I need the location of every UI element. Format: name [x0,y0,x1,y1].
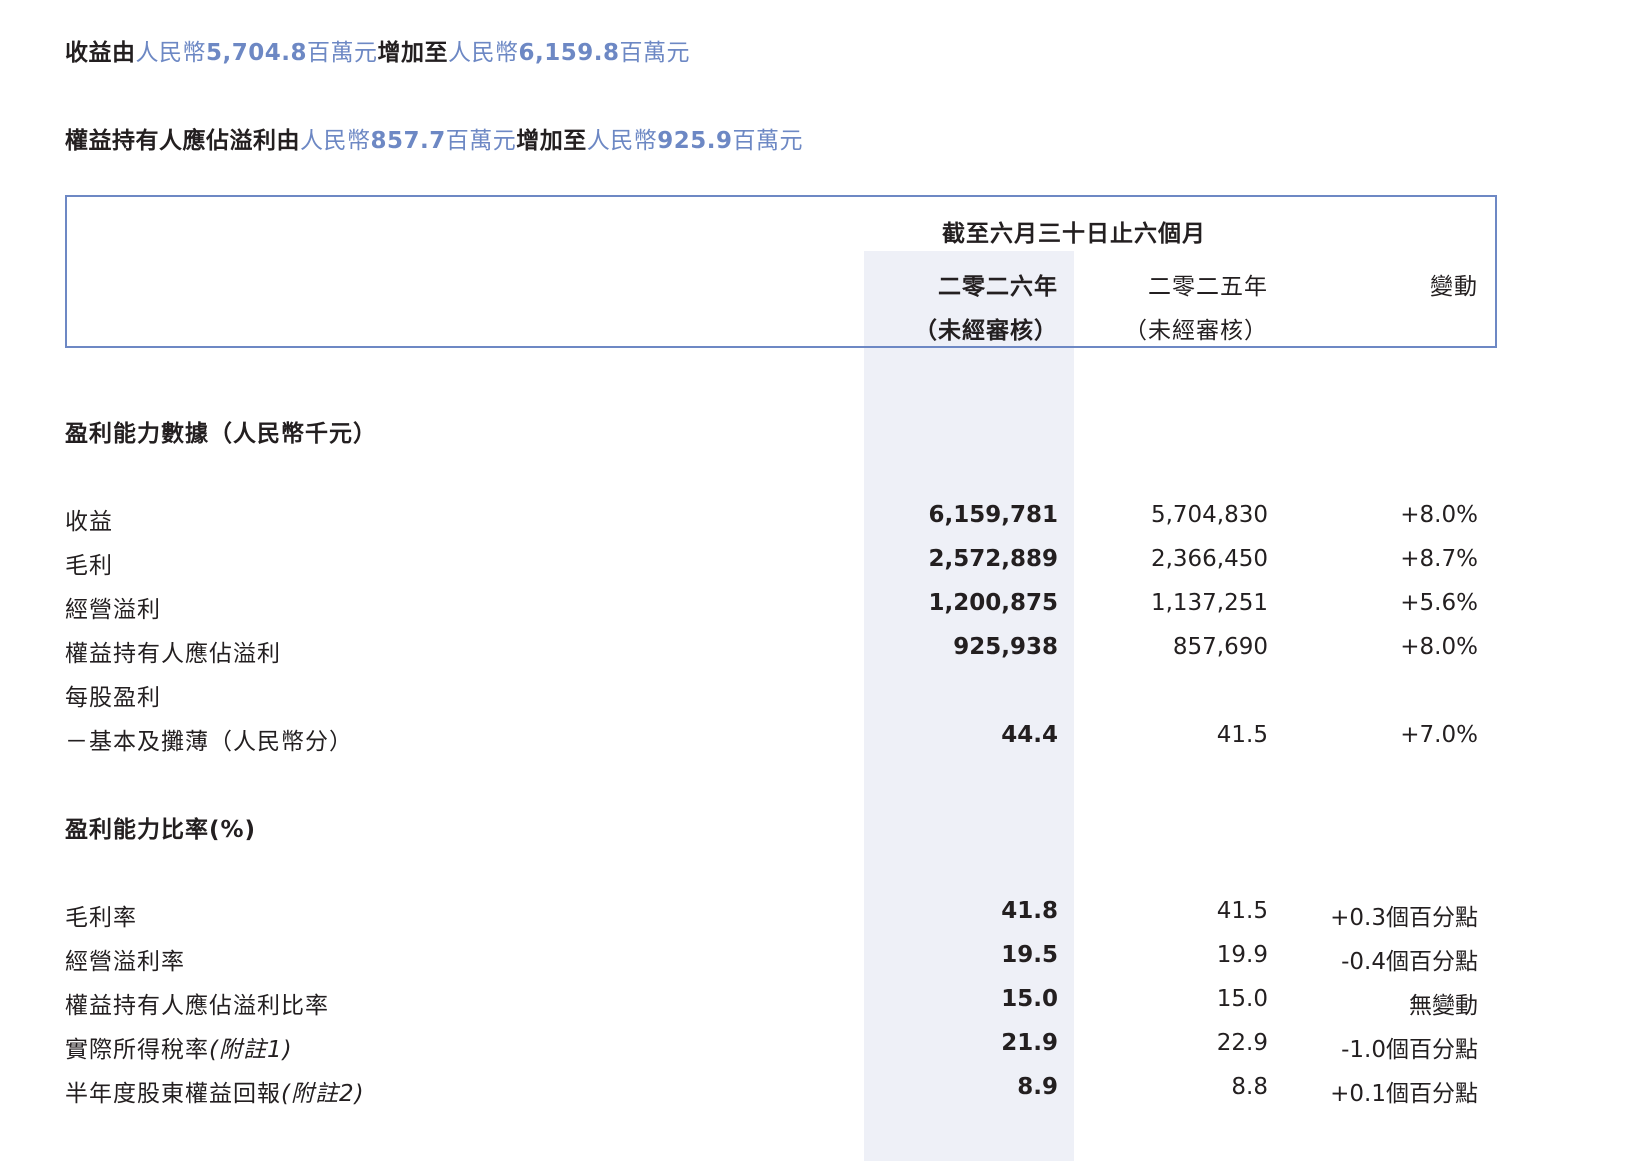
period-heading: 截至六月三十日止六個月 [942,221,1206,247]
value-2026: 6,159,781 [928,502,1059,528]
row-label: 半年度股東權益回報(附註2) [65,1074,365,1108]
value-2026: 2,572,889 [928,546,1059,572]
row-label: 實際所得稅率(附註1) [65,1030,293,1064]
value-change: +5.6% [1400,590,1478,616]
row-label: 權益持有人應佔溢利比率 [65,986,329,1020]
value-change: +8.0% [1400,502,1478,528]
table-row: 毛利 2,572,889 2,366,450 +8.7% [0,546,1630,586]
value-2025: 2,366,450 [1150,546,1268,572]
value-2026: 1,200,875 [928,590,1059,616]
table-row: －基本及攤薄（人民幣分） 44.4 41.5 +7.0% [0,722,1630,762]
row-label-text: 半年度股東權益回報 [65,1081,281,1107]
headline-unit: 百萬元 [307,40,378,66]
headline-text: 權益持有人應佔溢利由 [65,128,300,154]
value-2025: 15.0 [1216,986,1268,1012]
col-change: 變動 [1430,274,1478,300]
headline-amount: 6,159.8 [518,40,620,66]
value-change: +0.3個百分點 [1330,905,1478,931]
col-2026-year: 二零二六年 [938,274,1058,300]
value-2026: 8.9 [1017,1074,1058,1100]
row-label: 毛利率 [65,898,137,932]
section-title-profitability-ratios: 盈利能力比率(%) [65,817,257,843]
value-change: +0.1個百分點 [1330,1081,1478,1107]
col-2026-note: （未經審核） [914,318,1058,344]
table-row: 毛利率 41.8 41.5 +0.3個百分點 [0,898,1630,938]
headline-text: 增加至 [377,40,448,66]
value-change: +8.0% [1400,634,1478,660]
row-label-text: 經營溢利率 [65,949,185,975]
value-change: -1.0個百分點 [1341,1037,1478,1063]
value-2026: 925,938 [953,634,1058,660]
value-2025: 41.5 [1216,722,1268,748]
value-2026: 21.9 [1001,1030,1058,1056]
value-change: +7.0% [1400,722,1478,748]
value-change: +8.7% [1400,546,1478,572]
row-label: 經營溢利率 [65,942,185,976]
row-label-text: 實際所得稅率 [65,1037,209,1063]
value-2025: 41.5 [1216,898,1268,924]
row-label-note: (附註2) [281,1081,365,1107]
table-row: 經營溢利 1,200,875 1,137,251 +5.6% [0,590,1630,630]
value-2025: 19.9 [1216,942,1268,968]
table-row: 每股盈利 [0,678,1630,718]
headline-amount: 5,704.8 [206,40,307,66]
value-2025: 857,690 [1172,634,1268,660]
table-row: 經營溢利率 19.5 19.9 -0.4個百分點 [0,942,1630,982]
headline-currency: 人民幣 [586,128,658,154]
value-2026: 44.4 [1001,722,1058,748]
headline-unit: 百萬元 [445,128,517,154]
headline-amount: 857.7 [370,128,446,154]
col-2025-note: （未經審核） [1124,318,1268,344]
headline-currency: 人民幣 [300,128,371,154]
row-label-text: 毛利率 [65,905,137,931]
row-label-note: (附註1) [209,1037,293,1063]
row-label: －基本及攤薄（人民幣分） [65,729,353,755]
value-change: -0.4個百分點 [1341,949,1478,975]
profit-headline: 權益持有人應佔溢利由人民幣857.7百萬元增加至人民幣925.9百萬元 [65,121,803,155]
headline-unit: 百萬元 [732,128,804,154]
headline-amount: 925.9 [657,128,733,154]
col-2025-year: 二零二五年 [1148,274,1268,300]
value-2025: 22.9 [1216,1030,1268,1056]
value-change: 無變動 [1409,993,1478,1019]
headline-text: 增加至 [516,128,587,154]
table-row: 權益持有人應佔溢利 925,938 857,690 +8.0% [0,634,1630,674]
value-2026: 19.5 [1001,942,1058,968]
row-label: 權益持有人應佔溢利 [65,641,281,667]
row-label: 毛利 [65,553,113,579]
value-2025: 5,704,830 [1150,502,1268,528]
table-row: 半年度股東權益回報(附註2) 8.9 8.8 +0.1個百分點 [0,1074,1630,1114]
value-2025: 1,137,251 [1150,590,1268,616]
row-label: 收益 [65,509,113,535]
revenue-headline: 收益由人民幣5,704.8百萬元增加至人民幣6,159.8百萬元 [65,33,690,67]
section-title-profitability-data: 盈利能力數據（人民幣千元） [65,421,377,447]
row-label: 每股盈利 [65,685,161,711]
value-2026: 15.0 [1001,986,1058,1012]
table-row: 收益 6,159,781 5,704,830 +8.0% [0,502,1630,542]
value-2025: 8.8 [1231,1074,1268,1100]
row-label: 經營溢利 [65,597,161,623]
headline-currency: 人民幣 [448,40,519,66]
headline-currency: 人民幣 [135,40,206,66]
table-row: 實際所得稅率(附註1) 21.9 22.9 -1.0個百分點 [0,1030,1630,1070]
headline-text: 收益由 [65,40,136,66]
headline-unit: 百萬元 [619,40,690,66]
value-2026: 41.8 [1001,898,1058,924]
row-label-text: 權益持有人應佔溢利比率 [65,993,329,1019]
table-row: 權益持有人應佔溢利比率 15.0 15.0 無變動 [0,986,1630,1026]
